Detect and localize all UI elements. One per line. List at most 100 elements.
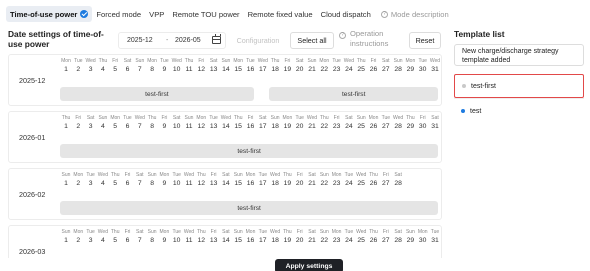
calendar-icon[interactable] xyxy=(212,34,221,44)
template-range-bar[interactable]: test-first xyxy=(60,144,439,158)
day-number: 6 xyxy=(125,237,130,244)
day-number: 14 xyxy=(222,123,230,130)
day-cell[interactable]: Tue 31 xyxy=(429,229,441,246)
day-number: 5 xyxy=(113,237,118,244)
template-range-bar[interactable]: test-first xyxy=(269,87,439,101)
day-number: 20 xyxy=(295,237,304,244)
day-number: 11 xyxy=(185,66,193,73)
tab-cloud-dispatch[interactable]: Cloud dispatch xyxy=(317,6,375,22)
tab-remote-fixed-value[interactable]: Remote fixed value xyxy=(244,6,317,22)
template-list-title: Template list xyxy=(454,29,505,39)
day-number: 17 xyxy=(259,180,267,187)
mode-description-link[interactable]: ? Mode description xyxy=(377,6,453,22)
reset-button[interactable]: Reset xyxy=(409,32,441,49)
day-number: 3 xyxy=(88,237,93,244)
day-number: 8 xyxy=(150,66,154,73)
day-number: 27 xyxy=(382,237,390,244)
day-number: 30 xyxy=(418,123,427,130)
day-number: 13 xyxy=(209,237,218,244)
day-number: 1 xyxy=(64,66,68,73)
tab-time-of-use-power[interactable]: Time-of-use power xyxy=(6,6,93,22)
day-number: 27 xyxy=(382,66,390,73)
day-number: 10 xyxy=(172,66,181,73)
day-number: 18 xyxy=(271,66,279,73)
mode-description-label: Mode description xyxy=(390,9,449,19)
day-number: 7 xyxy=(137,66,142,73)
day-number: 12 xyxy=(197,123,206,130)
day-number: 8 xyxy=(150,180,154,187)
day-number: 4 xyxy=(101,237,105,244)
tab-remote-tou-power[interactable]: Remote TOU power xyxy=(168,6,243,22)
month-block: 2026-02 Sun 1 Mon 2 Tue 3 Wed 4 Thu 5 Fri 6 Sat 7 Sun 8 M… xyxy=(8,168,442,220)
day-number: 4 xyxy=(101,123,105,130)
day-cell[interactable]: Sat 28 xyxy=(392,172,404,189)
day-number: 19 xyxy=(283,123,292,130)
day-number: 6 xyxy=(125,180,130,187)
day-number: 5 xyxy=(113,123,118,130)
day-number: 6 xyxy=(125,66,130,73)
day-header-row: Sun 1 Mon 2 Tue 3 Wed 4 Thu 5 Fri 6 Sat 7 Sun 8 Mon 9 Tue 1… xyxy=(60,229,441,251)
day-number: 24 xyxy=(345,180,353,187)
day-number: 10 xyxy=(172,237,181,244)
month-label: 2026-03 xyxy=(19,247,46,256)
configuration-button[interactable]: Configuration xyxy=(230,32,286,49)
weekday-label: Sat xyxy=(431,115,439,121)
day-number: 11 xyxy=(185,180,193,187)
month-label: 2025-12 xyxy=(19,76,46,85)
day-number: 1 xyxy=(64,123,68,130)
range-separator: - xyxy=(166,37,169,44)
day-number: 21 xyxy=(308,123,316,130)
end-month[interactable]: 2026-05 xyxy=(175,37,201,44)
day-number: 10 xyxy=(172,180,181,187)
day-number: 11 xyxy=(185,123,193,130)
day-cell[interactable]: Wed 31 xyxy=(429,58,441,75)
operation-instructions-link[interactable]: ? Operation instructions xyxy=(339,29,409,51)
day-number: 1 xyxy=(64,180,68,187)
tab-label: Remote TOU power xyxy=(172,9,240,19)
day-number: 10 xyxy=(172,123,181,130)
day-number: 23 xyxy=(332,123,341,130)
day-number: 31 xyxy=(431,66,439,73)
day-number: 18 xyxy=(271,123,279,130)
day-number: 15 xyxy=(234,237,242,244)
day-number: 13 xyxy=(209,123,218,130)
day-number: 18 xyxy=(271,237,279,244)
tab-vpp[interactable]: VPP xyxy=(145,6,168,22)
day-number: 22 xyxy=(320,123,329,130)
day-number: 23 xyxy=(332,237,341,244)
day-number: 14 xyxy=(222,180,230,187)
day-number: 15 xyxy=(234,66,242,73)
template-range-bar[interactable]: test-first xyxy=(60,201,439,215)
day-number: 12 xyxy=(197,66,206,73)
day-number: 1 xyxy=(64,237,68,244)
month-calendar-list[interactable]: 2025-12 Mon 1 Tue 2 Wed 3 Thu 4 Fri 5 Sat 6 Sun 7 Mon 8 T… xyxy=(8,54,442,258)
add-template-button[interactable]: New charge/discharge strategy template a… xyxy=(454,44,584,66)
day-number: 13 xyxy=(209,66,218,73)
template-item-test[interactable]: test xyxy=(454,99,584,123)
month-range-picker[interactable]: 2025-12 - 2026-05 xyxy=(118,32,226,49)
tab-label: Forced mode xyxy=(96,9,142,19)
day-cell[interactable]: Sat 31 xyxy=(429,115,441,132)
select-all-button[interactable]: Select all xyxy=(290,32,334,49)
tab-forced-mode[interactable]: Forced mode xyxy=(92,6,145,22)
day-number: 13 xyxy=(209,180,218,187)
day-number: 24 xyxy=(345,123,353,130)
template-item-test-first[interactable]: test-first xyxy=(454,74,584,98)
start-month[interactable]: 2025-12 xyxy=(127,37,153,44)
day-number: 25 xyxy=(357,123,365,130)
day-number: 25 xyxy=(357,180,365,187)
day-number: 27 xyxy=(382,180,390,187)
day-number: 9 xyxy=(162,180,167,187)
apply-settings-button[interactable]: Apply settings xyxy=(275,259,343,271)
month-label: 2026-02 xyxy=(19,190,46,199)
day-number: 12 xyxy=(197,180,206,187)
question-circle-icon: ? xyxy=(380,10,388,18)
tab-label: Time-of-use power xyxy=(10,9,78,19)
day-number: 28 xyxy=(394,180,402,187)
day-number: 8 xyxy=(150,123,154,130)
template-range-bar[interactable]: test-first xyxy=(60,87,254,101)
template-item-label: test xyxy=(470,107,482,115)
day-number: 23 xyxy=(332,180,341,187)
tab-label: Cloud dispatch xyxy=(320,9,371,19)
day-number: 17 xyxy=(259,237,267,244)
